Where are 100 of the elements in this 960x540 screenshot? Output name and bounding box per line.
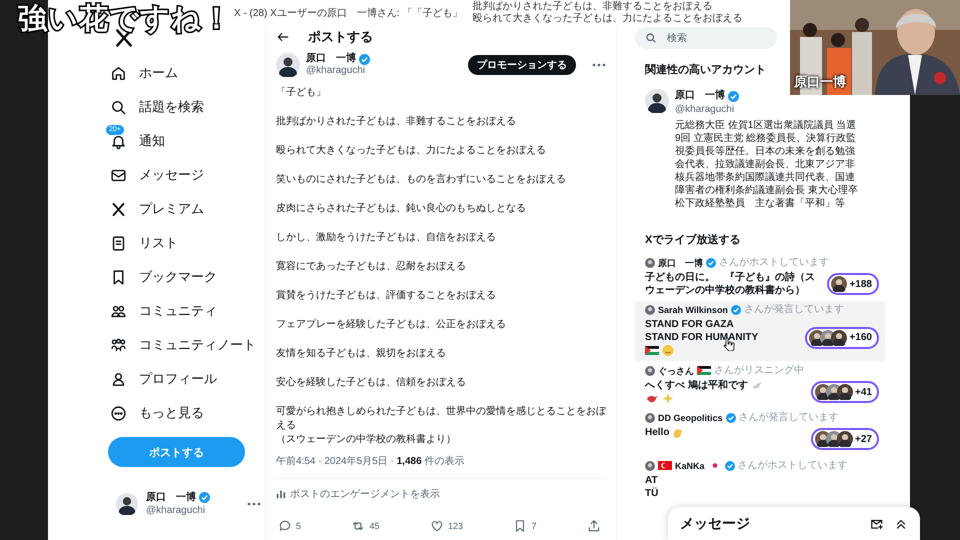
engagement-link[interactable]: ポストのエンゲージメントを表示 — [276, 487, 440, 501]
post-text: （スウェーデンの中学校の教科書より） — [276, 433, 457, 447]
listeners-pill[interactable]: +160 — [805, 326, 879, 348]
avatar — [837, 384, 854, 400]
listeners-pill[interactable]: +27 — [811, 428, 879, 450]
avatar — [645, 366, 655, 376]
host-name: 原口 一博 — [658, 257, 703, 269]
user-handle: @kharaguchi — [675, 103, 736, 117]
bookmark-button[interactable]: 7 — [513, 519, 536, 533]
space-title: STAND FOR GAZA — [645, 318, 734, 331]
post-text: 「子ども」 — [276, 86, 327, 100]
like-button[interactable]: 123 — [430, 519, 463, 533]
space-status: さんが発言しています — [738, 412, 839, 424]
host-name: Sarah Wilkinson — [658, 304, 728, 316]
repost-icon — [351, 519, 366, 533]
reply-button[interactable]: 5 — [278, 519, 302, 533]
space-item[interactable]: KaNKa さんがホストしています AT TÜ — [635, 456, 885, 504]
search-icon — [645, 32, 657, 44]
section-heading: 関連性の高いアカウント — [645, 62, 767, 78]
post-text: 友情を知る子どもは、親切をおぼえる — [276, 347, 447, 361]
speech-bubble-icon — [278, 519, 292, 533]
nav-item[interactable]: ブックマーク — [106, 260, 227, 294]
nav-item[interactable]: プロフィール — [106, 362, 227, 396]
group-icon — [110, 336, 127, 354]
nav-item[interactable]: メッセージ — [106, 158, 214, 192]
post-meta: 午前4:54 · 2024年5月5日 · 1,486 件の表示 — [276, 455, 466, 469]
flag-icon — [658, 459, 672, 472]
avatar — [831, 330, 848, 346]
post-text: フェアプレーを経験した子どもは、公正をおぼえる — [276, 318, 507, 332]
bar-chart-icon — [276, 489, 286, 499]
space-status: さんがホストしています — [719, 257, 829, 269]
flag-icon — [645, 344, 659, 357]
user-name: 原口 一博 — [306, 53, 356, 65]
space-title: STAND FOR HUMANITY — [645, 331, 758, 344]
person-icon — [110, 370, 127, 388]
avatar — [276, 53, 300, 77]
page-heading: ポストする — [308, 28, 373, 46]
user-handle: @kharaguchi — [146, 504, 206, 517]
space-status: さんがホストしています — [738, 460, 848, 472]
preview-text: 批判ばかりされた子どもは、非難することをおぼえる — [472, 1, 714, 12]
host-name: ぐっさん — [658, 364, 694, 376]
space-status: さんが発言しています — [744, 304, 844, 316]
repost-button[interactable]: 45 — [351, 519, 380, 533]
avatar — [645, 305, 655, 315]
share-button[interactable] — [586, 519, 601, 533]
list-icon — [110, 234, 127, 252]
preview-text: 殴られて大きくなった子どもは、力にたよることをおぼえる — [472, 13, 742, 25]
listeners-pill[interactable]: +41 — [811, 381, 879, 403]
avatar — [645, 258, 655, 268]
user-name: 原口 一博 — [146, 491, 196, 504]
space-status: さんがリスニング中 — [714, 364, 804, 376]
more-icon[interactable] — [592, 63, 606, 67]
nav-item[interactable]: ホーム — [106, 56, 188, 90]
space-item[interactable]: ぐっさん さんがリスニング中 へくすべ 鳩は平和です +41 — [635, 361, 885, 409]
home-icon — [110, 64, 127, 82]
nav-item[interactable]: もっと見る — [106, 396, 214, 430]
avatar — [645, 460, 655, 470]
avatar — [645, 89, 669, 113]
nav-item[interactable]: 話題を検索 — [106, 90, 214, 124]
smiley-icon — [661, 344, 675, 357]
space-title: Hello — [645, 426, 670, 439]
x-logo-icon — [110, 200, 127, 218]
nav-item[interactable]: コミュニティノート — [106, 328, 266, 362]
back-arrow-icon[interactable] — [276, 30, 290, 44]
space-item[interactable]: 原口 一博 さんがホストしています 子どもの日に。 『子ども』の詩（スウェーデンの中学校の教科書から） +188 — [635, 254, 885, 301]
search-field[interactable]: 検索 — [635, 27, 777, 49]
nav-item[interactable]: リスト — [106, 226, 188, 260]
post-text: 寛容にであった子どもは、忍耐をおぼえる — [276, 260, 467, 274]
more-icon[interactable] — [247, 502, 261, 506]
user-name: 原口 一博 — [675, 89, 725, 103]
space-item[interactable]: DD Geopolitics さんが発言しています Hello +27 — [635, 409, 885, 456]
search-icon — [110, 98, 127, 116]
user-handle: @kharaguchi — [306, 65, 366, 77]
post-text: 賞賛をうけた子どもは、評価することをおぼえる — [276, 289, 497, 303]
user-bio: 元総務大臣 佐賀1区選出衆議院議員 当選9回 立憲民主党 総務委員長、決算行政監視委員長等歴任。日本の未来を創る勉強会代表、拉致議連副会長、北東アジア非核兵器地帯条約国際議連共同代表、国連障害者の権利条約議連副会長 東大心理卒松下政経塾塾員 主な著書「平和」等 — [675, 119, 859, 210]
page-title: X - (28) Xユーザーの原口 一博さん: 「「子ども」 — [234, 6, 462, 20]
post-text: 可愛がられ抱きしめられた子どもは、世界中の愛情を感じとることをおぼえる — [276, 405, 606, 433]
promote-button[interactable]: プロモーションする — [468, 55, 576, 75]
post-text: しかし、激励をうけた子どもは、自信をおぼえる — [276, 231, 497, 245]
space-title: AT — [645, 474, 658, 487]
space-title: へくすべ 鳩は平和です — [645, 379, 748, 392]
avatar — [831, 276, 848, 292]
space-title: 子どもの日に。 『子ども』の詩（スウェーデンの中学校の教科書から） — [645, 271, 816, 297]
dock-title: メッセージ — [680, 514, 751, 532]
heart-icon — [430, 519, 444, 533]
space-item[interactable]: Sarah Wilkinson さんが発言しています STAND FOR GAZA STAND FOR HUMANITY +160 — [635, 301, 885, 361]
post-text: 皮肉にさらされた子どもは、鈍い良心のもちぬしとなる — [276, 202, 527, 216]
post-text: 殴られて大きくなった子どもは、力にたよることをおぼえる — [276, 144, 547, 158]
post-text: 安心を経験した子どもは、信頼をおぼえる — [276, 376, 467, 390]
listeners-pill[interactable]: +188 — [827, 273, 879, 295]
post-text: 批判ばかりされた子どもは、非難することをおぼえる — [276, 115, 517, 129]
nav-item[interactable]: コミュニティ — [106, 294, 227, 328]
space-title: TÜ — [645, 487, 658, 500]
sparkle-icon — [661, 392, 675, 405]
share-icon — [586, 519, 601, 533]
avatar — [645, 413, 655, 423]
section-heading: Xでライブ放送する — [645, 232, 742, 248]
nav-item[interactable]: プレミアム — [106, 192, 214, 226]
subtitle-caption: 強い花ですね！ — [18, 3, 232, 35]
host-name: KaNKa — [675, 460, 705, 472]
